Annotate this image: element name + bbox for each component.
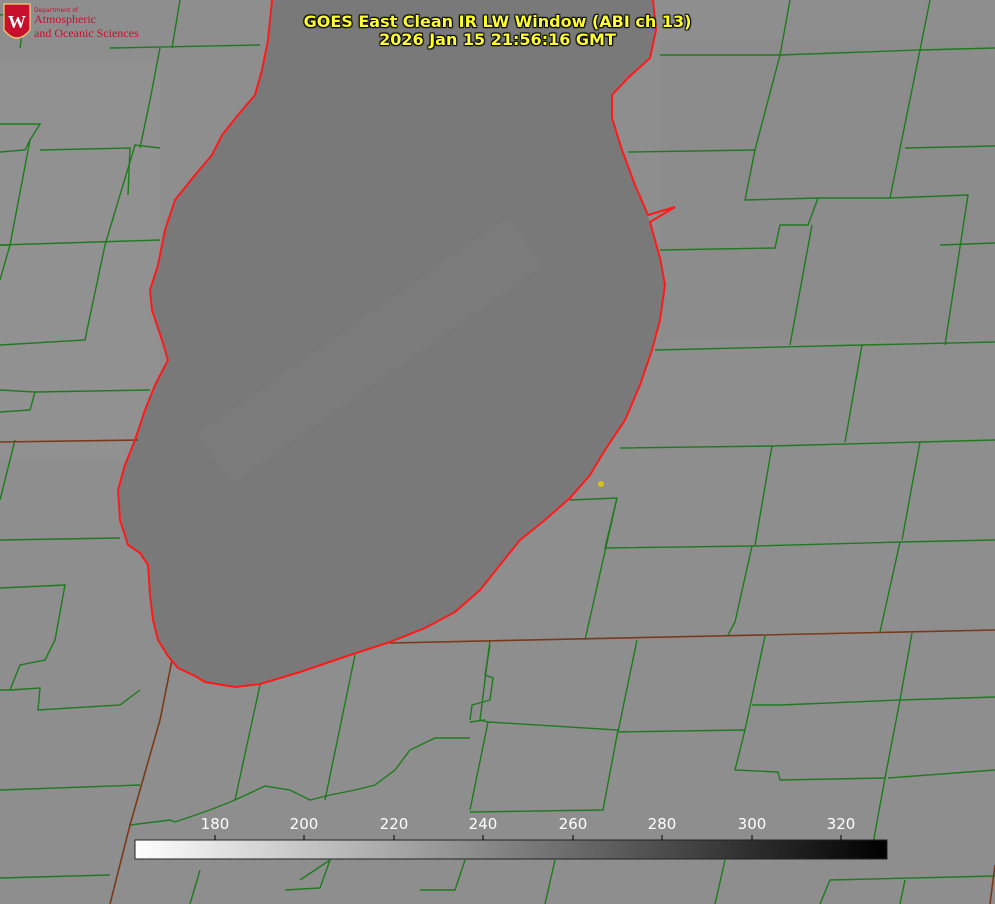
map-title: GOES East Clean IR LW Window (ABI ch 13): [303, 12, 692, 31]
colorbar-label-220: 220: [379, 815, 409, 833]
colorbar-label-180: 180: [200, 815, 230, 833]
colorbar-label-280: 280: [647, 815, 677, 833]
satellite-map: W: [0, 0, 995, 904]
colorbar-label-300: 300: [737, 815, 767, 833]
colorbar-label-200: 200: [289, 815, 319, 833]
location-marker: [598, 481, 604, 487]
map-timestamp: 2026 Jan 15 21:56:16 GMT: [379, 30, 616, 49]
colorbar-label-240: 240: [468, 815, 498, 833]
colorbar-label-320: 320: [826, 815, 856, 833]
colorbar-label-260: 260: [558, 815, 588, 833]
colorbar: [134, 839, 888, 860]
land-shade-e: [660, 40, 995, 340]
land-shade-nw: [0, 60, 160, 460]
